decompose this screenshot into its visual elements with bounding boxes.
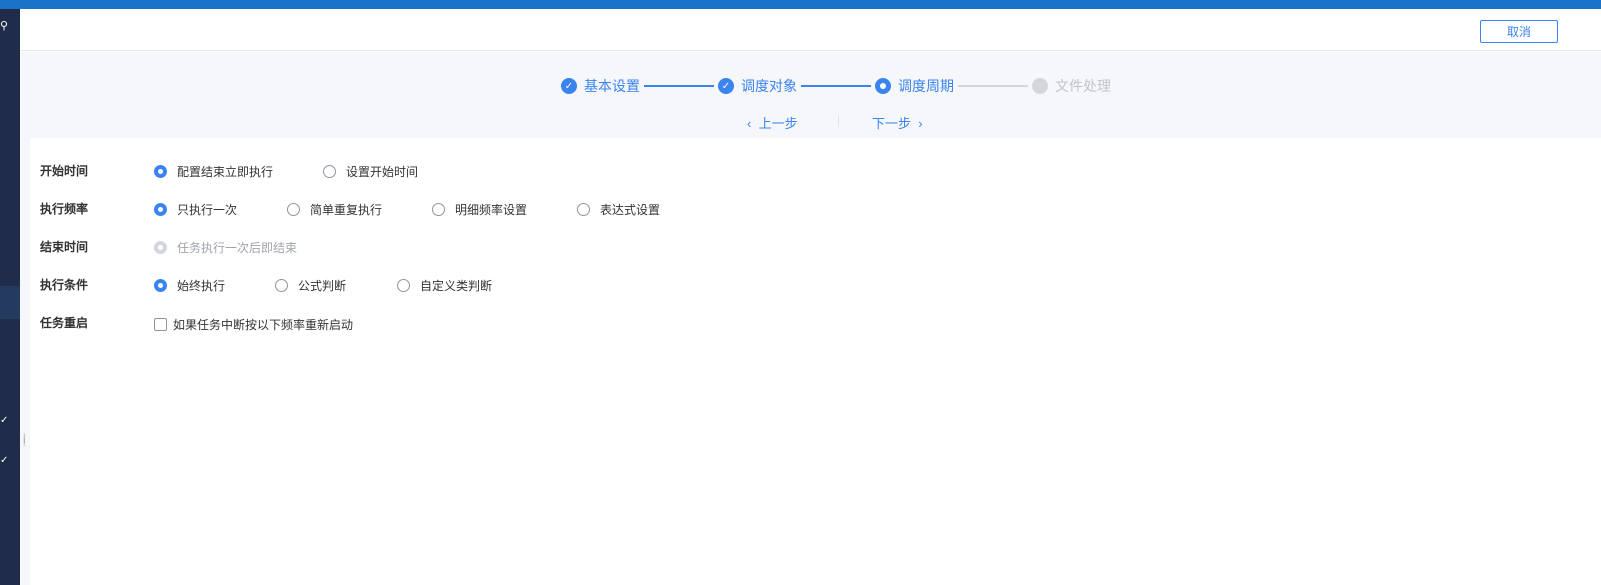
prev-label: 上一步 <box>758 116 798 131</box>
step-schedule-object[interactable]: ✓ 调度对象 <box>718 76 797 96</box>
option-label: 任务执行一次后即结束 <box>177 241 298 255</box>
check-icon: ✓ <box>0 415 9 426</box>
resize-handle-icon[interactable]: ⁞ ⁞ ⁞ <box>23 433 27 448</box>
option-label: 公式判断 <box>298 279 347 293</box>
check-circle-icon: ✓ <box>561 78 577 94</box>
prev-step-button[interactable]: ‹ 上一步 <box>747 113 798 132</box>
chevron-right-icon: › <box>918 116 923 131</box>
option-label: 设置开始时间 <box>346 165 419 179</box>
divider <box>838 115 839 127</box>
radio-icon <box>154 241 167 254</box>
radio-set-start-time[interactable]: 设置开始时间 <box>323 163 418 180</box>
step-basic-settings[interactable]: ✓ 基本设置 <box>561 76 640 96</box>
radio-icon <box>397 279 410 292</box>
next-step-button[interactable]: 下一步 › <box>872 113 923 132</box>
radio-detailed-frequency[interactable]: 明细频率设置 <box>432 201 527 218</box>
radio-icon <box>275 279 288 292</box>
pending-step-icon <box>1032 78 1048 94</box>
restart-checkbox[interactable]: 如果任务中断按以下频率重新启动 <box>154 316 353 333</box>
option-label: 明细频率设置 <box>455 203 528 217</box>
sidebar-active-item[interactable] <box>0 286 20 319</box>
chevron-left-icon: ‹ <box>747 116 752 131</box>
end-time-row: 结束时间 <box>40 236 153 256</box>
option-label: 始终执行 <box>177 279 226 293</box>
field-label: 执行频率 <box>40 201 89 216</box>
radio-once[interactable]: 只执行一次 <box>154 201 237 218</box>
radio-icon <box>154 279 167 292</box>
radio-icon <box>577 203 590 216</box>
step-label: 调度周期 <box>898 78 954 94</box>
radio-end-after-once: 任务执行一次后即结束 <box>154 239 297 256</box>
step-label: 调度对象 <box>741 78 797 94</box>
option-label: 只执行一次 <box>177 203 238 217</box>
radio-always[interactable]: 始终执行 <box>154 277 225 294</box>
step-schedule-period[interactable]: 调度周期 <box>875 76 954 96</box>
start-time-row: 开始时间 <box>40 160 153 180</box>
radio-formula[interactable]: 公式判断 <box>275 277 346 294</box>
option-label: 简单重复执行 <box>310 203 383 217</box>
sidebar: ⚲ ✓ ✓ <box>0 9 20 585</box>
radio-icon <box>154 165 167 178</box>
cancel-button[interactable]: 取消 <box>1480 20 1558 43</box>
option-label: 表达式设置 <box>600 203 661 217</box>
checkbox-label: 如果任务中断按以下频率重新启动 <box>173 318 354 332</box>
radio-icon <box>154 203 167 216</box>
frequency-row: 执行频率 <box>40 198 153 218</box>
condition-row: 执行条件 <box>40 274 153 294</box>
field-label: 任务重启 <box>40 315 89 330</box>
check-icon: ✓ <box>0 455 9 466</box>
field-label: 结束时间 <box>40 239 89 254</box>
header <box>20 9 1601 51</box>
radio-expression[interactable]: 表达式设置 <box>577 201 660 218</box>
top-bar <box>0 0 1601 9</box>
step-label: 文件处理 <box>1055 78 1111 94</box>
stepper: ✓ 基本设置 ✓ 调度对象 调度周期 文件处理 <box>561 76 1111 96</box>
radio-icon <box>323 165 336 178</box>
step-file-processing[interactable]: 文件处理 <box>1032 76 1111 96</box>
field-label: 开始时间 <box>40 163 89 178</box>
option-label: 自定义类判断 <box>420 279 493 293</box>
step-label: 基本设置 <box>584 78 640 94</box>
radio-start-immediately[interactable]: 配置结束立即执行 <box>154 163 273 180</box>
option-label: 配置结束立即执行 <box>177 165 274 179</box>
check-circle-icon: ✓ <box>718 78 734 94</box>
next-label: 下一步 <box>872 116 912 131</box>
pin-icon[interactable]: ⚲ <box>0 19 8 32</box>
step-connector <box>644 85 714 87</box>
step-connector <box>801 85 871 87</box>
radio-icon <box>287 203 300 216</box>
step-connector <box>958 85 1028 87</box>
form-content <box>30 138 1601 585</box>
field-label: 执行条件 <box>40 277 89 292</box>
radio-custom-class[interactable]: 自定义类判断 <box>397 277 492 294</box>
radio-icon <box>432 203 445 216</box>
checkbox-icon <box>154 318 167 331</box>
restart-row: 任务重启 <box>40 312 153 332</box>
radio-simple-repeat[interactable]: 简单重复执行 <box>287 201 382 218</box>
current-step-icon <box>875 78 891 94</box>
